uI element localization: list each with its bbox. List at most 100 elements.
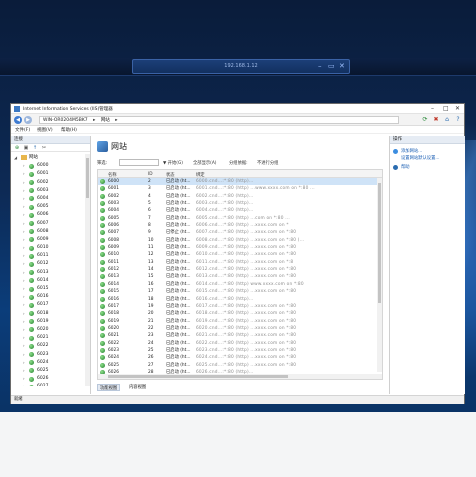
menu-view[interactable]: 视图(V) xyxy=(37,127,53,133)
expand-icon[interactable]: › xyxy=(23,383,25,386)
table-hscroll-thumb[interactable] xyxy=(108,375,288,378)
tab-content-view[interactable]: 内容视图 xyxy=(127,384,148,391)
tree-scrollbar[interactable] xyxy=(85,154,90,386)
expand-icon[interactable]: › xyxy=(23,211,25,219)
table-row[interactable]: 6017 19 已启动 (ht... 6017.cnd...:*:80 (http) … xyxy=(98,303,382,310)
stop-icon[interactable]: ✖ xyxy=(432,116,440,124)
table-row[interactable]: 6003 5 已启动 (ht... 6003.cnd...:*:80 (http)..… xyxy=(98,200,382,207)
expand-icon[interactable]: › xyxy=(23,318,25,326)
help-icon[interactable]: ? xyxy=(454,116,462,124)
restore-icon[interactable]: ▭ xyxy=(328,62,335,71)
minimize-icon[interactable]: – xyxy=(318,62,322,71)
tree-item-site[interactable]: › 6001 xyxy=(11,170,91,178)
up-icon[interactable]: ↑ xyxy=(32,145,38,151)
table-row[interactable]: 6001 3 已启动 (ht... 6001.cnd...:*:80 (http) .… xyxy=(98,185,382,192)
tree-item-site[interactable]: › 6005 xyxy=(11,203,91,211)
table-row[interactable]: 6008 10 已启动 (ht... 6008.cnd...:*:80 (http) … xyxy=(98,237,382,244)
tree-item-site[interactable]: › 6023 xyxy=(11,351,91,359)
expand-icon[interactable]: › xyxy=(23,310,25,318)
tree-item-site[interactable]: › 6017 xyxy=(11,301,91,309)
col-binding[interactable]: 绑定 xyxy=(196,172,205,178)
window-maximize-icon[interactable]: □ xyxy=(443,105,449,112)
table-row[interactable]: 6002 4 已启动 (ht... 6002.cnd...:*:80 (http)..… xyxy=(98,193,382,200)
tree-item-site[interactable]: › 6003 xyxy=(11,187,91,195)
expand-icon[interactable]: › xyxy=(23,236,25,244)
expand-icon[interactable]: › xyxy=(23,162,25,170)
col-name[interactable]: 名称 xyxy=(108,172,117,178)
breadcrumb-server[interactable]: WIN-OR0204M5BK7 xyxy=(43,118,88,123)
forward-icon[interactable]: ▶ xyxy=(24,116,32,124)
tree-item-site[interactable]: › 6008 xyxy=(11,228,91,236)
filter-input[interactable] xyxy=(119,159,159,166)
expand-icon[interactable]: › xyxy=(23,285,25,293)
expand-icon[interactable]: › xyxy=(23,228,25,236)
table-row[interactable]: 6025 27 已启动 (ht... 6025.cnd...:*:80 (http) … xyxy=(98,362,382,369)
close-icon[interactable]: ✕ xyxy=(339,62,345,71)
expand-icon[interactable]: › xyxy=(23,342,25,350)
table-row[interactable]: 6006 8 已启动 (ht... 6006.cnd...:*:80 (http) .… xyxy=(98,222,382,229)
tree-item-site[interactable]: › 6027 xyxy=(11,383,91,386)
table-row[interactable]: 6009 11 已启动 (ht... 6009.cnd...:*:80 (http) … xyxy=(98,244,382,251)
table-row[interactable]: 6016 18 已启动 (ht... 6016.cnd...:*:80 (http).… xyxy=(98,296,382,303)
back-icon[interactable]: ◀ xyxy=(14,116,22,124)
expand-icon[interactable]: › xyxy=(23,351,25,359)
table-row[interactable]: 6023 25 已启动 (ht... 6023.cnd...:*:80 (http) … xyxy=(98,347,382,354)
tree-item-site[interactable]: › 6015 xyxy=(11,285,91,293)
collapse-icon[interactable]: ◢ xyxy=(14,154,17,162)
table-row[interactable]: 6007 9 已停止 (ht... 6007.cnd...:*:80 (http) .… xyxy=(98,229,382,236)
tree-item-site[interactable]: › 6025 xyxy=(11,367,91,375)
expand-icon[interactable]: › xyxy=(23,301,25,309)
tree-item-site[interactable]: › 6026 xyxy=(11,375,91,383)
table-hscrollbar[interactable] xyxy=(98,374,382,379)
table-row[interactable]: 6004 6 已启动 (ht... 6004.cnd...:*:80 (http)..… xyxy=(98,207,382,214)
menu-file[interactable]: 文件(F) xyxy=(15,127,30,133)
tree-root-sites[interactable]: ◢ 网站 xyxy=(11,154,91,162)
tree-item-site[interactable]: › 6021 xyxy=(11,334,91,342)
window-minimize-icon[interactable]: – xyxy=(431,105,434,112)
expand-icon[interactable]: › xyxy=(23,203,25,211)
table-row[interactable]: 6019 21 已启动 (ht... 6019.cnd...:*:80 (http) … xyxy=(98,318,382,325)
tree-item-site[interactable]: › 6014 xyxy=(11,277,91,285)
refresh-icon[interactable]: ⟳ xyxy=(421,116,429,124)
tree-item-site[interactable]: › 6011 xyxy=(11,252,91,260)
expand-icon[interactable]: › xyxy=(23,187,25,195)
tree-item-site[interactable]: › 6024 xyxy=(11,359,91,367)
expand-icon[interactable]: › xyxy=(23,375,25,383)
tree-item-site[interactable]: › 6010 xyxy=(11,244,91,252)
breadcrumb-sites[interactable]: 网站 xyxy=(101,118,110,123)
tree-item-site[interactable]: › 6019 xyxy=(11,318,91,326)
expand-icon[interactable]: › xyxy=(23,277,25,285)
table-row[interactable]: 6020 22 已启动 (ht... 6020.cnd...:*:80 (http) … xyxy=(98,325,382,332)
table-vscrollbar[interactable] xyxy=(377,178,382,372)
tree-item-site[interactable]: › 6013 xyxy=(11,269,91,277)
tree-scroll-thumb[interactable] xyxy=(86,158,89,198)
tree-item-site[interactable]: › 6009 xyxy=(11,236,91,244)
add-site-link[interactable]: 添加网站... xyxy=(401,148,422,154)
disconnect-icon[interactable]: ✂ xyxy=(41,145,47,151)
tree-item-site[interactable]: › 6006 xyxy=(11,211,91,219)
save-icon[interactable]: ▣ xyxy=(23,145,29,151)
tree-item-site[interactable]: › 6016 xyxy=(11,293,91,301)
table-row[interactable]: 6014 16 已启动 (ht... 6014.cnd...:*:80 (http) … xyxy=(98,281,382,288)
expand-icon[interactable]: › xyxy=(23,367,25,375)
breadcrumb[interactable]: WIN-OR0204M5BK7 ▸ 网站 ▸ xyxy=(39,116,399,124)
expand-icon[interactable]: › xyxy=(23,170,25,178)
table-row[interactable]: 6011 13 已启动 (ht... 6011.cnd...:*:80 (http) … xyxy=(98,259,382,266)
menu-help[interactable]: 帮助(H) xyxy=(61,127,77,133)
tab-features-view[interactable]: 功能视图 xyxy=(97,384,121,391)
filter-start-button[interactable]: ▼ 开始(G) xyxy=(163,160,183,166)
table-row[interactable]: 6024 26 已启动 (ht... 6024.cnd...:*:80 (http) … xyxy=(98,354,382,361)
table-row[interactable]: 6021 23 已启动 (ht... 6021.cnd...:*:80 (http) … xyxy=(98,332,382,339)
table-row[interactable]: 6012 14 已启动 (ht... 6012.cnd...:*:80 (http) … xyxy=(98,266,382,273)
expand-icon[interactable]: › xyxy=(23,252,25,260)
connect-icon[interactable]: ⊕ xyxy=(14,145,20,151)
tree-item-site[interactable]: › 6022 xyxy=(11,342,91,350)
expand-icon[interactable]: › xyxy=(23,334,25,342)
expand-icon[interactable]: › xyxy=(23,359,25,367)
expand-icon[interactable]: › xyxy=(23,220,25,228)
window-close-icon[interactable]: ✕ xyxy=(455,105,460,112)
tree-item-site[interactable]: › 6012 xyxy=(11,260,91,268)
table-row[interactable]: 6018 20 已启动 (ht... 6018.cnd...:*:80 (http) … xyxy=(98,310,382,317)
set-defaults-link[interactable]: 设置网站默认设置... xyxy=(401,155,439,161)
table-row[interactable]: 6015 17 已启动 (ht... 6015.cnd...:*:80 (http) … xyxy=(98,288,382,295)
